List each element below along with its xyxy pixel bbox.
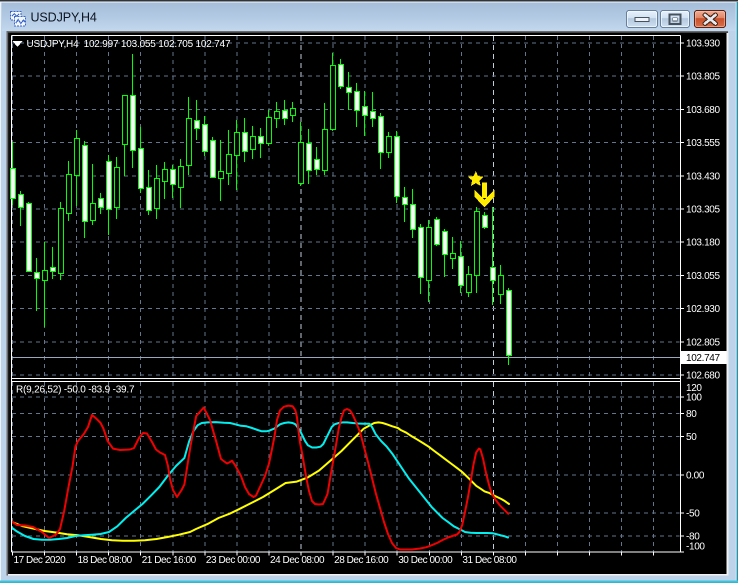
svg-text:80: 80 bbox=[686, 409, 697, 420]
svg-text:50: 50 bbox=[686, 432, 697, 443]
svg-text:102.930: 102.930 bbox=[686, 304, 720, 315]
svg-text:103.555: 103.555 bbox=[686, 138, 720, 149]
svg-text:0.00: 0.00 bbox=[686, 471, 705, 482]
svg-text:USDJPY,H4: USDJPY,H4 bbox=[31, 10, 97, 24]
svg-text:102.680: 102.680 bbox=[686, 371, 720, 382]
svg-text:21 Dec 16:00: 21 Dec 16:00 bbox=[142, 555, 197, 566]
svg-text:28 Dec 16:00: 28 Dec 16:00 bbox=[334, 555, 389, 566]
svg-text:R(9,26,52) -50.0 -83.9 -39.7: R(9,26,52) -50.0 -83.9 -39.7 bbox=[16, 385, 135, 396]
svg-text:103.180: 103.180 bbox=[686, 238, 720, 249]
svg-text:30 Dec 00:00: 30 Dec 00:00 bbox=[398, 555, 453, 566]
svg-text:103.930: 103.930 bbox=[686, 39, 720, 50]
svg-text:31 Dec 08:00: 31 Dec 08:00 bbox=[462, 555, 517, 566]
svg-text:-50: -50 bbox=[686, 509, 700, 520]
svg-text:102.805: 102.805 bbox=[686, 337, 720, 348]
svg-text:23 Dec 00:00: 23 Dec 00:00 bbox=[206, 555, 261, 566]
svg-text:100: 100 bbox=[686, 393, 702, 404]
svg-text:USDJPY,H4 102.997 103.055 102: USDJPY,H4 102.997 103.055 102.705 102.74… bbox=[27, 39, 231, 50]
svg-text:24 Dec 08:00: 24 Dec 08:00 bbox=[270, 555, 325, 566]
svg-text:103.805: 103.805 bbox=[686, 72, 720, 83]
svg-text:103.305: 103.305 bbox=[686, 205, 720, 216]
svg-text:-100: -100 bbox=[686, 542, 705, 553]
svg-text:102.747: 102.747 bbox=[686, 353, 720, 364]
svg-text:103.055: 103.055 bbox=[686, 271, 720, 282]
svg-text:18 Dec 08:00: 18 Dec 08:00 bbox=[78, 555, 133, 566]
svg-text:17 Dec 2020: 17 Dec 2020 bbox=[14, 555, 67, 566]
svg-text:103.430: 103.430 bbox=[686, 171, 720, 182]
svg-text:103.680: 103.680 bbox=[686, 105, 720, 116]
